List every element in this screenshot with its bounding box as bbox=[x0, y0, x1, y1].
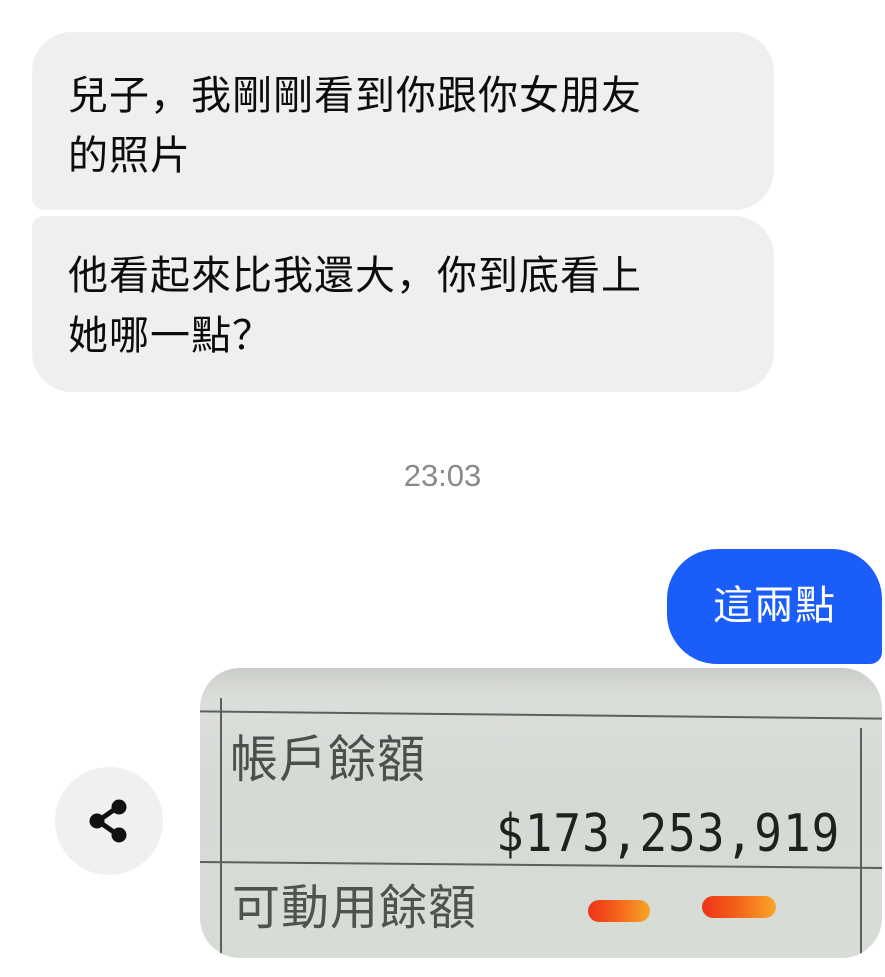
incoming-message-2-line2: 她哪一點？ bbox=[68, 313, 273, 359]
incoming-message-1-line2: 的照片 bbox=[68, 133, 191, 179]
bank-statement-photo[interactable]: 帳戶餘額 $173,253,919 可動用餘額 bbox=[200, 668, 882, 958]
available-balance-label: 可動用餘額 bbox=[232, 880, 478, 936]
photo-shadow bbox=[200, 668, 882, 698]
redaction-mark-1 bbox=[588, 900, 650, 922]
photo-rule-right bbox=[860, 728, 862, 958]
incoming-message-2-line1: 他看起來比我還大，你到底看上 bbox=[68, 253, 642, 299]
outgoing-message[interactable]: 這兩點 bbox=[667, 549, 882, 664]
share-icon bbox=[89, 799, 127, 843]
share-button[interactable] bbox=[55, 767, 163, 875]
account-balance-amount: $173,253,919 bbox=[496, 802, 841, 864]
incoming-message-1[interactable]: 兒子，我剛剛看到你跟你女朋友 的照片 bbox=[32, 32, 774, 210]
redaction-mark-2 bbox=[702, 896, 776, 918]
incoming-message-2[interactable]: 他看起來比我還大，你到底看上 她哪一點？ bbox=[32, 216, 774, 392]
account-balance-label: 帳戶餘額 bbox=[230, 730, 427, 790]
message-timestamp: 23:03 bbox=[403, 458, 482, 493]
incoming-message-1-line1: 兒子，我剛剛看到你跟你女朋友 bbox=[68, 73, 642, 119]
photo-rule-left bbox=[220, 698, 222, 958]
